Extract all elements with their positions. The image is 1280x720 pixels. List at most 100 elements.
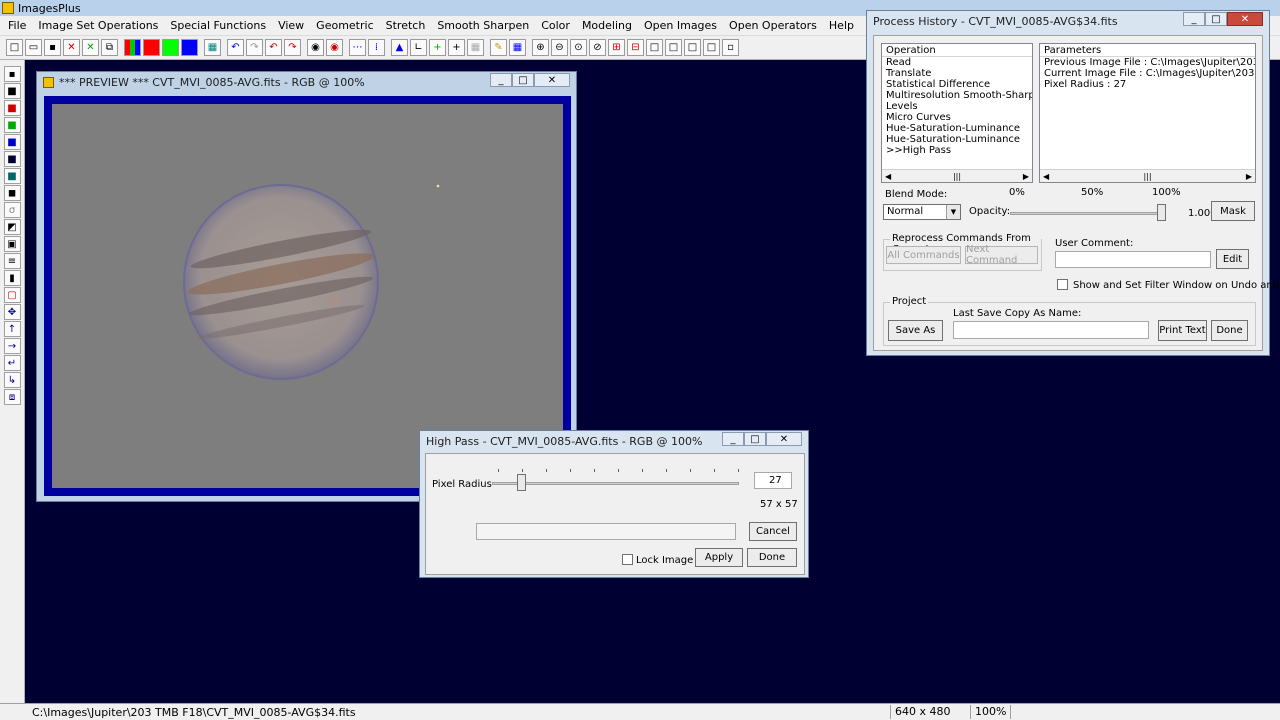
gradient-icon[interactable]: ◩ xyxy=(3,219,21,235)
undo-icon[interactable]: ↶ xyxy=(227,39,244,56)
history-minimize-icon[interactable]: _ xyxy=(1183,12,1205,26)
record-icon[interactable]: ◉ xyxy=(307,39,324,56)
close-red-icon[interactable]: ✕ xyxy=(63,39,80,56)
red-channel-icon[interactable] xyxy=(143,39,160,56)
zoom-out-icon[interactable]: ⊖ xyxy=(551,39,568,56)
target-icon[interactable]: ▣ xyxy=(3,236,21,252)
zoom-fit-icon[interactable]: ⊙ xyxy=(570,39,587,56)
teal-square-icon[interactable]: ■ xyxy=(3,168,21,184)
operation-row[interactable]: Hue-Saturation-Luminance xyxy=(882,123,1032,134)
save-as-button[interactable]: Save As xyxy=(888,320,943,341)
opacity-slider[interactable] xyxy=(1010,212,1160,215)
crosshair-icon[interactable]: + xyxy=(448,39,465,56)
operation-hscroll[interactable]: ◀ ||| ▶ xyxy=(882,169,1032,182)
high-pass-done-button[interactable]: Done xyxy=(747,548,797,567)
lock-image-checkbox[interactable] xyxy=(622,554,633,565)
print-text-button[interactable]: Print Text xyxy=(1158,320,1207,341)
scroll-thumb-icon[interactable]: ||| xyxy=(953,172,961,181)
operation-row[interactable]: Read xyxy=(882,57,1032,68)
next-command-button[interactable]: Next Command xyxy=(965,244,1038,266)
menu-stretch[interactable]: Stretch xyxy=(380,19,432,32)
crosshair-green-icon[interactable]: + xyxy=(429,39,446,56)
menu-help[interactable]: Help xyxy=(823,19,860,32)
blend-mode-select[interactable]: Normal ▼ xyxy=(883,204,961,220)
green-channel-icon[interactable] xyxy=(162,39,179,56)
selection-grid-icon[interactable]: ▦ xyxy=(467,39,484,56)
black-square-icon[interactable]: ■ xyxy=(3,83,21,99)
menu-color[interactable]: Color xyxy=(535,19,576,32)
menu-smooth-sharpen[interactable]: Smooth Sharpen xyxy=(431,19,535,32)
history-close-icon[interactable]: ✕ xyxy=(1227,12,1263,26)
operation-row[interactable]: Statistical Difference xyxy=(882,79,1032,90)
operation-row[interactable]: Hue-Saturation-Luminance xyxy=(882,134,1032,145)
scroll-right-icon[interactable]: ▶ xyxy=(1023,172,1029,181)
menu-open-images[interactable]: Open Images xyxy=(638,19,723,32)
blue-channel-icon[interactable] xyxy=(181,39,198,56)
save-tool-icon[interactable]: ▪ xyxy=(3,66,21,82)
axis-icon[interactable]: ∟ xyxy=(410,39,427,56)
table-icon[interactable]: ▦ xyxy=(509,39,526,56)
blue-square-icon[interactable]: ■ xyxy=(3,134,21,150)
close-green-icon[interactable]: ✕ xyxy=(82,39,99,56)
operation-row[interactable]: Levels xyxy=(882,101,1032,112)
minus-red-icon[interactable]: ⊟ xyxy=(627,39,644,56)
close-icon[interactable]: ✕ xyxy=(534,73,570,87)
hp-close-icon[interactable]: ✕ xyxy=(766,432,802,446)
maximize-icon[interactable]: □ xyxy=(512,73,534,87)
history-done-button[interactable]: Done xyxy=(1211,320,1248,341)
dots-icon[interactable]: ⋯ xyxy=(349,39,366,56)
scroll-right-icon[interactable]: ▶ xyxy=(1246,172,1252,181)
chevron-down-icon[interactable]: ▼ xyxy=(946,205,960,219)
rotate-right-icon[interactable]: ↳ xyxy=(3,372,21,388)
apply-button[interactable]: Apply xyxy=(695,548,743,567)
new-file-icon[interactable]: □ xyxy=(6,39,23,56)
hp-maximize-icon[interactable]: □ xyxy=(744,432,766,446)
stop-record-icon[interactable]: ◉ xyxy=(326,39,343,56)
parameters-hscroll[interactable]: ◀ ||| ▶ xyxy=(1040,169,1255,182)
pencil-icon[interactable]: ✎ xyxy=(490,39,507,56)
frame-icon-2[interactable]: □ xyxy=(665,39,682,56)
arrow-right-icon[interactable]: → xyxy=(3,338,21,354)
levels-icon[interactable]: ≡ xyxy=(3,253,21,269)
scroll-left-icon[interactable]: ◀ xyxy=(1043,172,1049,181)
save-icon[interactable]: ▪ xyxy=(44,39,61,56)
cancel-button[interactable]: Cancel xyxy=(749,522,797,541)
move-icon[interactable]: ✥ xyxy=(3,304,21,320)
histogram-icon[interactable]: ▲ xyxy=(391,39,408,56)
pixel-radius-slider-thumb[interactable] xyxy=(517,474,526,491)
operation-list[interactable]: Operation Read Translate Statistical Dif… xyxy=(881,43,1033,183)
frame-icon-3[interactable]: □ xyxy=(684,39,701,56)
all-commands-button[interactable]: All Commands xyxy=(886,246,961,264)
frame-icon-1[interactable]: □ xyxy=(646,39,663,56)
menu-view[interactable]: View xyxy=(272,19,310,32)
menu-modeling[interactable]: Modeling xyxy=(576,19,638,32)
scroll-thumb-icon[interactable]: ||| xyxy=(1143,172,1151,181)
flip-icon[interactable]: ⧈ xyxy=(3,389,21,405)
green-square-icon[interactable]: ■ xyxy=(3,117,21,133)
menu-image-set-operations[interactable]: Image Set Operations xyxy=(32,19,164,32)
zoom-in-icon[interactable]: ⊕ xyxy=(532,39,549,56)
menu-special-functions[interactable]: Special Functions xyxy=(164,19,272,32)
frame-icon-4[interactable]: □ xyxy=(703,39,720,56)
show-filter-checkbox[interactable] xyxy=(1057,279,1068,290)
minimize-icon[interactable]: _ xyxy=(490,73,512,87)
operation-row[interactable]: Multiresolution Smooth-Sharpen xyxy=(882,90,1032,101)
zoom-actual-icon[interactable]: ⊘ xyxy=(589,39,606,56)
redo-all-icon[interactable]: ↷ xyxy=(284,39,301,56)
undo-all-icon[interactable]: ↶ xyxy=(265,39,282,56)
operation-row-selected[interactable]: >>High Pass xyxy=(882,145,1032,156)
add-red-icon[interactable]: ⊞ xyxy=(608,39,625,56)
lasso-icon[interactable]: σ xyxy=(3,202,21,218)
crop-icon[interactable]: ▢ xyxy=(3,287,21,303)
copy-icon[interactable]: ⧉ xyxy=(101,39,118,56)
point-icon[interactable]: ⁞ xyxy=(368,39,385,56)
redo-icon[interactable]: ↷ xyxy=(246,39,263,56)
navy-square-icon[interactable]: ■ xyxy=(3,151,21,167)
mask-button[interactable]: Mask xyxy=(1211,201,1255,221)
operation-row[interactable]: Micro Curves xyxy=(882,112,1032,123)
menu-geometric[interactable]: Geometric xyxy=(310,19,379,32)
opacity-slider-thumb[interactable] xyxy=(1157,204,1166,221)
menu-open-operators[interactable]: Open Operators xyxy=(723,19,823,32)
pixel-radius-input[interactable]: 27 xyxy=(754,472,792,489)
menu-file[interactable]: File xyxy=(2,19,32,32)
